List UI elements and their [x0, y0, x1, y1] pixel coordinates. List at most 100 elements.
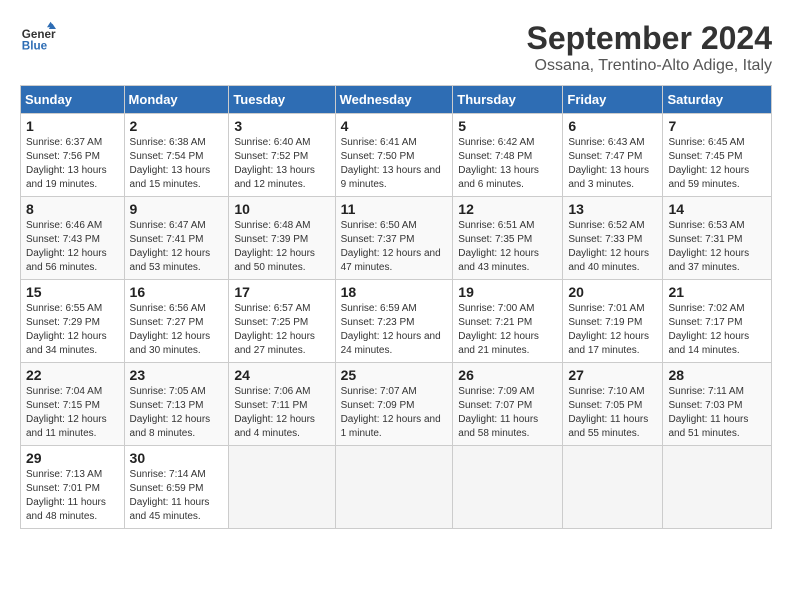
title-section: September 2024 Ossana, Trentino-Alto Adi…	[527, 20, 772, 75]
calendar-cell: 7 Sunrise: 6:45 AM Sunset: 7:45 PM Dayli…	[663, 114, 772, 197]
calendar-cell: 23 Sunrise: 7:05 AM Sunset: 7:13 PM Dayl…	[124, 363, 229, 446]
day-number: 8	[26, 201, 119, 217]
calendar-cell	[335, 446, 453, 529]
day-number: 22	[26, 367, 119, 383]
calendar-week-5: 29 Sunrise: 7:13 AM Sunset: 7:01 PM Dayl…	[21, 446, 772, 529]
calendar-cell: 6 Sunrise: 6:43 AM Sunset: 7:47 PM Dayli…	[563, 114, 663, 197]
day-number: 1	[26, 118, 119, 134]
calendar-cell: 8 Sunrise: 6:46 AM Sunset: 7:43 PM Dayli…	[21, 197, 125, 280]
day-info: Sunrise: 6:53 AM Sunset: 7:31 PM Dayligh…	[668, 220, 749, 273]
calendar-cell	[663, 446, 772, 529]
calendar-body: 1 Sunrise: 6:37 AM Sunset: 7:56 PM Dayli…	[21, 114, 772, 529]
day-number: 30	[130, 450, 224, 466]
day-number: 7	[668, 118, 766, 134]
page-header: General Blue September 2024 Ossana, Tren…	[20, 20, 772, 75]
day-info: Sunrise: 7:13 AM Sunset: 7:01 PM Dayligh…	[26, 469, 106, 522]
column-header-saturday: Saturday	[663, 86, 772, 114]
day-info: Sunrise: 6:37 AM Sunset: 7:56 PM Dayligh…	[26, 137, 107, 190]
day-number: 11	[341, 201, 448, 217]
calendar-cell: 14 Sunrise: 6:53 AM Sunset: 7:31 PM Dayl…	[663, 197, 772, 280]
logo-icon: General Blue	[20, 20, 56, 56]
header-row: SundayMondayTuesdayWednesdayThursdayFrid…	[21, 86, 772, 114]
day-info: Sunrise: 7:04 AM Sunset: 7:15 PM Dayligh…	[26, 386, 107, 439]
day-number: 13	[568, 201, 657, 217]
calendar-cell: 28 Sunrise: 7:11 AM Sunset: 7:03 PM Dayl…	[663, 363, 772, 446]
day-info: Sunrise: 7:10 AM Sunset: 7:05 PM Dayligh…	[568, 386, 648, 439]
day-info: Sunrise: 7:09 AM Sunset: 7:07 PM Dayligh…	[458, 386, 538, 439]
calendar-cell: 22 Sunrise: 7:04 AM Sunset: 7:15 PM Dayl…	[21, 363, 125, 446]
day-number: 18	[341, 284, 448, 300]
day-number: 24	[234, 367, 329, 383]
day-info: Sunrise: 7:07 AM Sunset: 7:09 PM Dayligh…	[341, 386, 441, 439]
day-info: Sunrise: 7:06 AM Sunset: 7:11 PM Dayligh…	[234, 386, 315, 439]
logo: General Blue	[20, 20, 56, 56]
calendar-cell: 11 Sunrise: 6:50 AM Sunset: 7:37 PM Dayl…	[335, 197, 453, 280]
day-number: 10	[234, 201, 329, 217]
day-number: 25	[341, 367, 448, 383]
calendar-cell: 12 Sunrise: 6:51 AM Sunset: 7:35 PM Dayl…	[453, 197, 563, 280]
page-subtitle: Ossana, Trentino-Alto Adige, Italy	[527, 57, 772, 75]
day-info: Sunrise: 6:55 AM Sunset: 7:29 PM Dayligh…	[26, 303, 107, 356]
day-info: Sunrise: 6:56 AM Sunset: 7:27 PM Dayligh…	[130, 303, 211, 356]
day-number: 21	[668, 284, 766, 300]
day-number: 19	[458, 284, 557, 300]
calendar-cell: 19 Sunrise: 7:00 AM Sunset: 7:21 PM Dayl…	[453, 280, 563, 363]
day-number: 27	[568, 367, 657, 383]
day-info: Sunrise: 7:01 AM Sunset: 7:19 PM Dayligh…	[568, 303, 649, 356]
day-number: 4	[341, 118, 448, 134]
calendar-cell: 25 Sunrise: 7:07 AM Sunset: 7:09 PM Dayl…	[335, 363, 453, 446]
day-number: 12	[458, 201, 557, 217]
day-info: Sunrise: 7:14 AM Sunset: 6:59 PM Dayligh…	[130, 469, 210, 522]
day-info: Sunrise: 6:48 AM Sunset: 7:39 PM Dayligh…	[234, 220, 315, 273]
day-info: Sunrise: 7:00 AM Sunset: 7:21 PM Dayligh…	[458, 303, 539, 356]
calendar-cell: 4 Sunrise: 6:41 AM Sunset: 7:50 PM Dayli…	[335, 114, 453, 197]
day-number: 9	[130, 201, 224, 217]
calendar-week-1: 1 Sunrise: 6:37 AM Sunset: 7:56 PM Dayli…	[21, 114, 772, 197]
day-number: 29	[26, 450, 119, 466]
calendar-cell: 30 Sunrise: 7:14 AM Sunset: 6:59 PM Dayl…	[124, 446, 229, 529]
day-number: 15	[26, 284, 119, 300]
calendar-cell: 15 Sunrise: 6:55 AM Sunset: 7:29 PM Dayl…	[21, 280, 125, 363]
calendar-cell: 2 Sunrise: 6:38 AM Sunset: 7:54 PM Dayli…	[124, 114, 229, 197]
day-number: 23	[130, 367, 224, 383]
day-info: Sunrise: 7:11 AM Sunset: 7:03 PM Dayligh…	[668, 386, 748, 439]
calendar-cell: 24 Sunrise: 7:06 AM Sunset: 7:11 PM Dayl…	[229, 363, 335, 446]
day-number: 3	[234, 118, 329, 134]
day-info: Sunrise: 7:05 AM Sunset: 7:13 PM Dayligh…	[130, 386, 211, 439]
calendar-week-3: 15 Sunrise: 6:55 AM Sunset: 7:29 PM Dayl…	[21, 280, 772, 363]
day-number: 17	[234, 284, 329, 300]
page-title: September 2024	[527, 20, 772, 57]
column-header-sunday: Sunday	[21, 86, 125, 114]
column-header-tuesday: Tuesday	[229, 86, 335, 114]
calendar-cell	[563, 446, 663, 529]
calendar-cell: 27 Sunrise: 7:10 AM Sunset: 7:05 PM Dayl…	[563, 363, 663, 446]
calendar-header: SundayMondayTuesdayWednesdayThursdayFrid…	[21, 86, 772, 114]
day-info: Sunrise: 6:41 AM Sunset: 7:50 PM Dayligh…	[341, 137, 441, 190]
calendar-cell: 16 Sunrise: 6:56 AM Sunset: 7:27 PM Dayl…	[124, 280, 229, 363]
day-info: Sunrise: 6:45 AM Sunset: 7:45 PM Dayligh…	[668, 137, 749, 190]
calendar-cell: 21 Sunrise: 7:02 AM Sunset: 7:17 PM Dayl…	[663, 280, 772, 363]
calendar-cell: 5 Sunrise: 6:42 AM Sunset: 7:48 PM Dayli…	[453, 114, 563, 197]
calendar-week-4: 22 Sunrise: 7:04 AM Sunset: 7:15 PM Dayl…	[21, 363, 772, 446]
column-header-monday: Monday	[124, 86, 229, 114]
day-info: Sunrise: 6:46 AM Sunset: 7:43 PM Dayligh…	[26, 220, 107, 273]
day-info: Sunrise: 6:40 AM Sunset: 7:52 PM Dayligh…	[234, 137, 315, 190]
day-info: Sunrise: 6:57 AM Sunset: 7:25 PM Dayligh…	[234, 303, 315, 356]
calendar-week-2: 8 Sunrise: 6:46 AM Sunset: 7:43 PM Dayli…	[21, 197, 772, 280]
day-number: 6	[568, 118, 657, 134]
day-info: Sunrise: 6:51 AM Sunset: 7:35 PM Dayligh…	[458, 220, 539, 273]
calendar-cell: 29 Sunrise: 7:13 AM Sunset: 7:01 PM Dayl…	[21, 446, 125, 529]
day-info: Sunrise: 6:50 AM Sunset: 7:37 PM Dayligh…	[341, 220, 441, 273]
calendar-cell	[229, 446, 335, 529]
day-number: 16	[130, 284, 224, 300]
column-header-friday: Friday	[563, 86, 663, 114]
day-number: 20	[568, 284, 657, 300]
day-info: Sunrise: 6:59 AM Sunset: 7:23 PM Dayligh…	[341, 303, 441, 356]
calendar-cell: 9 Sunrise: 6:47 AM Sunset: 7:41 PM Dayli…	[124, 197, 229, 280]
calendar-cell: 10 Sunrise: 6:48 AM Sunset: 7:39 PM Dayl…	[229, 197, 335, 280]
day-number: 28	[668, 367, 766, 383]
day-info: Sunrise: 6:38 AM Sunset: 7:54 PM Dayligh…	[130, 137, 211, 190]
day-info: Sunrise: 6:52 AM Sunset: 7:33 PM Dayligh…	[568, 220, 649, 273]
calendar-cell: 26 Sunrise: 7:09 AM Sunset: 7:07 PM Dayl…	[453, 363, 563, 446]
svg-text:Blue: Blue	[22, 40, 48, 53]
